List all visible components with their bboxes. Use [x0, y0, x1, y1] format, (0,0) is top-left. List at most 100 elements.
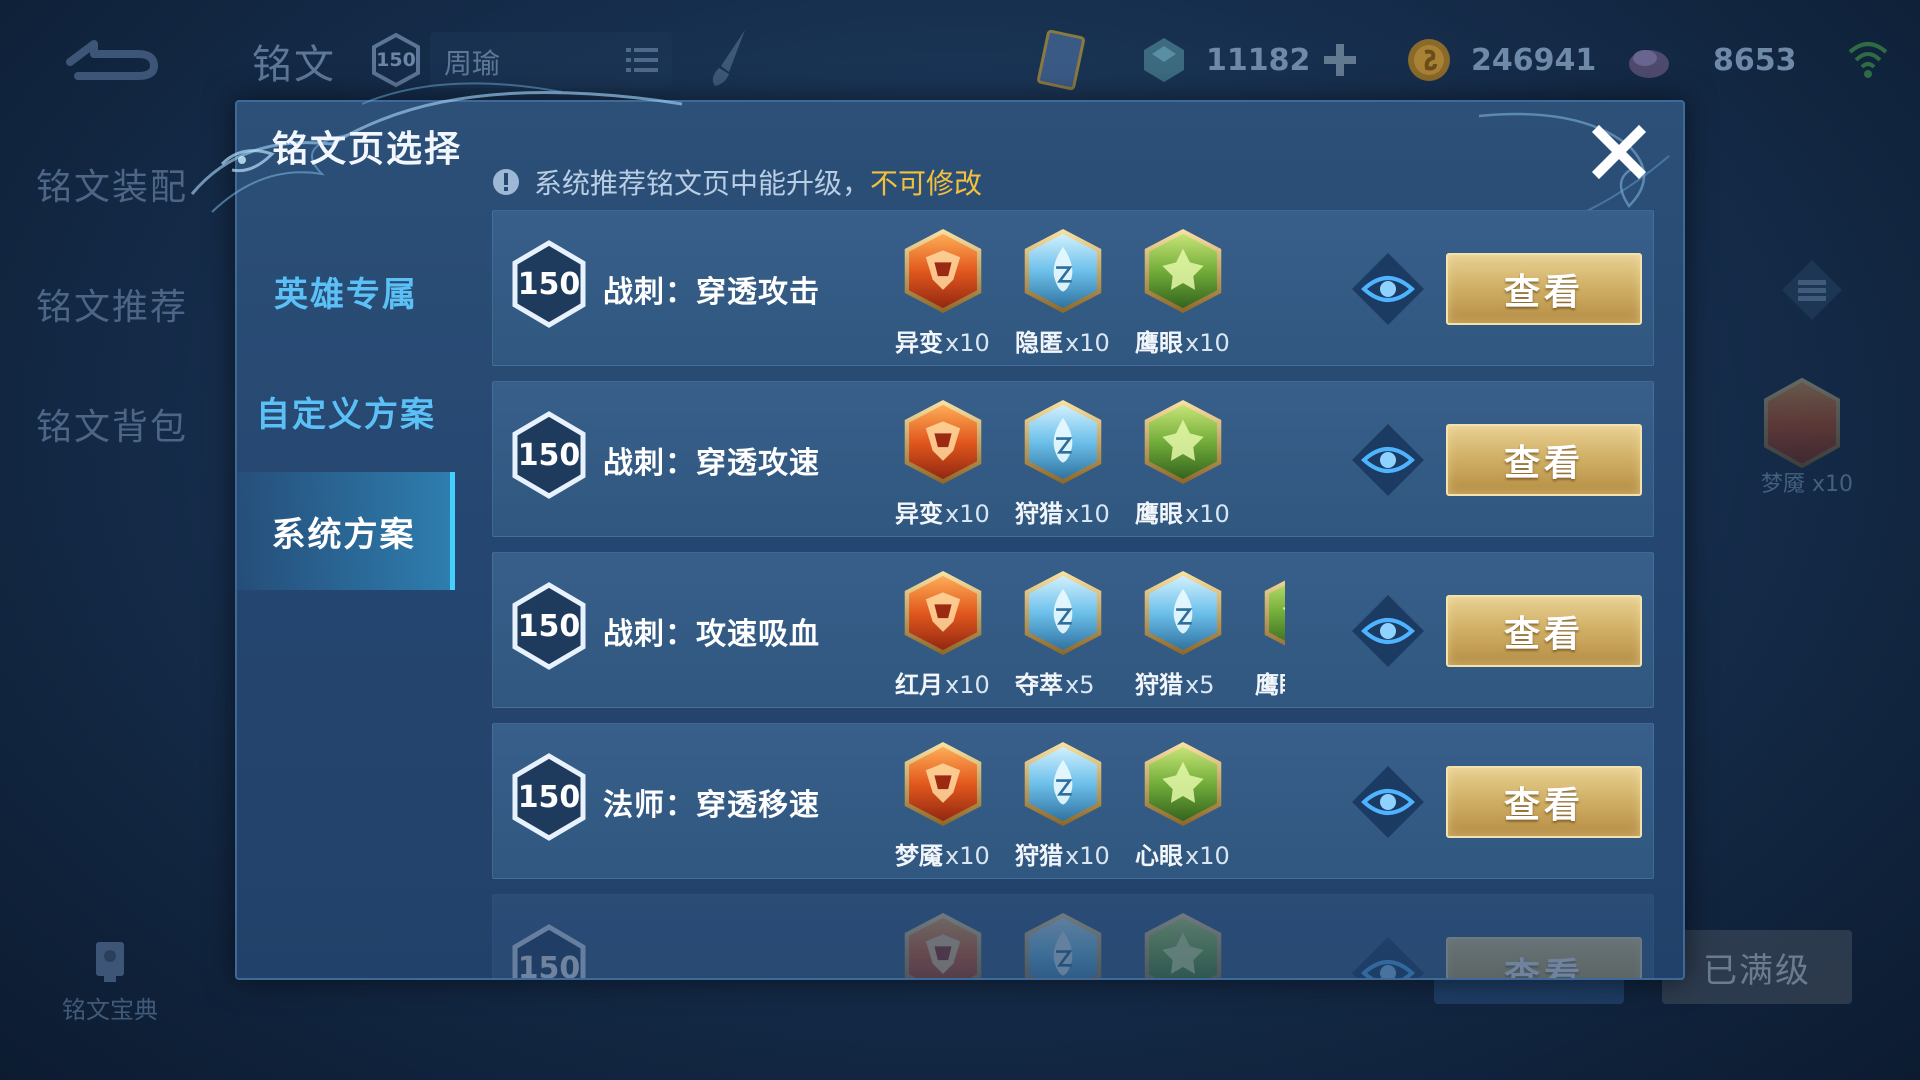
max-level-button[interactable]: 已满级: [1662, 930, 1852, 1004]
modal-title: 铭文页选择: [272, 129, 463, 170]
rune-name: 梦魇: [895, 842, 943, 870]
rune-green-icon: [1144, 400, 1222, 484]
rune-item: 心眼x10: [1133, 736, 1233, 871]
hero-selector[interactable]: 周瑜: [430, 32, 672, 88]
rune-page-row[interactable]: 150 战刺：穿透攻速 异变x10 狩猎x10 鹰眼x10 查看: [492, 381, 1654, 537]
rune-count: x10: [1185, 329, 1230, 357]
rune-count: x10: [945, 329, 990, 357]
bg-nav-item[interactable]: 铭文装配: [36, 158, 188, 210]
gem-ore-icon: [1629, 50, 1669, 78]
rune-count: x10: [1065, 329, 1110, 357]
rune-name: 隐匿: [1015, 329, 1063, 357]
rune-item: 夺萃x5: [1013, 565, 1113, 700]
rune-page-row[interactable]: 150 战刺：穿透攻击 异变x10 隐匿x10 鹰眼x10 查看: [492, 210, 1654, 366]
page-title: 铭文: [252, 42, 336, 88]
rune-page-list[interactable]: 150 战刺：穿透攻击 异变x10 隐匿x10 鹰眼x10 查看 150 战刺：穿透攻速 异变x…: [492, 210, 1654, 978]
rune-item: [1133, 907, 1233, 978]
rune-set: 梦魇x10 狩猎x10 心眼x10: [893, 736, 1285, 872]
rune-green-icon: [1264, 580, 1285, 646]
gold-coin-icon: [1408, 39, 1450, 81]
close-icon[interactable]: [1587, 120, 1651, 184]
hero-level-badge: 150: [370, 32, 422, 88]
view-button[interactable]: 查看: [1446, 595, 1642, 667]
rune-name: 鹰眼: [1255, 671, 1285, 699]
rune-name: 异变: [895, 500, 943, 528]
rune-red-icon: [904, 400, 982, 484]
rune-item: 狩猎x10: [1013, 394, 1113, 529]
tab-custom-scheme[interactable]: 自定义方案: [237, 352, 455, 470]
rune-name: 异变: [895, 329, 943, 357]
rune-name: 心眼: [1135, 842, 1183, 870]
rune-item: [1013, 907, 1113, 978]
level-badge: 150: [509, 410, 589, 500]
rune-name: 狩猎: [1135, 671, 1183, 699]
level-value: 150: [517, 266, 581, 302]
preview-eye-icon[interactable]: [1348, 933, 1428, 978]
level-badge: 150: [509, 581, 589, 671]
rune-name: 狩猎: [1015, 500, 1063, 528]
notice-warning: 不可修改: [870, 167, 983, 200]
rune-codex-button[interactable]: 铭文宝典: [50, 940, 170, 1025]
plus-icon[interactable]: [1320, 40, 1360, 80]
notice-bar: 系统推荐铭文页中能升级， 不可修改: [492, 162, 982, 202]
diamond-icon: [1144, 38, 1184, 82]
rune-red-icon: [904, 742, 982, 826]
preview-eye-icon[interactable]: [1348, 762, 1428, 842]
rune-page-row[interactable]: 150 法师：穿透移速 梦魇x10 狩猎x10 心眼x10 查看: [492, 723, 1654, 879]
rune-page-name: 战刺：穿透攻击: [603, 275, 820, 310]
rune-page-name: 战刺：攻速吸血: [603, 617, 820, 652]
rune-name: 红月: [895, 671, 943, 699]
gold-currency: 246941: [1405, 30, 1596, 90]
rune-item: 狩猎x10: [1013, 736, 1113, 871]
rune-green-icon: [1144, 229, 1222, 313]
brush-icon[interactable]: [705, 26, 755, 90]
rune-count: x5: [1065, 671, 1095, 699]
diamond-currency: 11182: [1140, 30, 1360, 90]
rune-card-icon[interactable]: [1035, 28, 1087, 92]
bg-nav-item[interactable]: 铭文背包: [36, 398, 188, 450]
rune-green-icon: [1144, 913, 1222, 978]
rune-count: x10: [945, 500, 990, 528]
rune-count: x10: [1065, 500, 1110, 528]
rune-page-row[interactable]: 150 查看: [492, 894, 1654, 978]
bg-rune-label: 梦魇 x10: [1760, 472, 1853, 497]
level-badge: 150: [509, 752, 589, 842]
rune-red-icon: [1764, 378, 1840, 468]
rune-count: x5: [1185, 671, 1215, 699]
level-value: 150: [517, 437, 581, 473]
wifi-signal-icon: [1848, 42, 1888, 78]
preview-eye-icon[interactable]: [1348, 249, 1428, 329]
rune-item: 狩猎x5: [1133, 565, 1233, 700]
view-button[interactable]: 查看: [1446, 937, 1642, 978]
rune-blue-icon: [1024, 571, 1102, 655]
rune-name: 夺萃: [1015, 671, 1063, 699]
rune-count: x10: [945, 842, 990, 870]
rune-red-icon: [904, 571, 982, 655]
rune-page-row[interactable]: 150战刺：攻速吸血红月x10夺萃x5狩猎x5鹰眼x10查看: [492, 552, 1654, 708]
preview-eye-icon[interactable]: [1348, 591, 1428, 671]
rune-red-icon: [904, 229, 982, 313]
preview-eye-icon[interactable]: [1348, 420, 1428, 500]
rune-count: x10: [945, 671, 990, 699]
menu-icon[interactable]: [1780, 258, 1844, 322]
rune-item: 隐匿x10: [1013, 223, 1113, 358]
view-button[interactable]: 查看: [1446, 424, 1642, 496]
rune-item: 异变x10: [893, 223, 993, 358]
level-value: 150: [517, 950, 581, 979]
rune-page-name: 战刺：穿透攻速: [603, 446, 820, 481]
back-arrow-icon[interactable]: [60, 36, 160, 80]
tab-hero-exclusive[interactable]: 英雄专属: [237, 232, 455, 350]
rune-item: 鹰眼x10: [1133, 223, 1233, 358]
rune-item: [893, 907, 993, 978]
view-button[interactable]: 查看: [1446, 766, 1642, 838]
rune-page-select-modal: 铭文页选择 系统推荐铭文页中能升级， 不可修改 英雄专属 自定义方案 系统方案 1…: [190, 82, 1685, 980]
view-button[interactable]: 查看: [1446, 253, 1642, 325]
rune-item: 红月x10: [893, 565, 993, 700]
bg-nav-item[interactable]: 铭文推荐: [36, 278, 188, 330]
level-value: 150: [517, 608, 581, 644]
rune-blue-icon: [1024, 400, 1102, 484]
info-icon: [493, 169, 519, 195]
tab-system-scheme[interactable]: 系统方案: [237, 472, 455, 590]
rune-name: 狩猎: [1015, 842, 1063, 870]
rune-page-name: 法师：穿透移速: [603, 788, 820, 823]
